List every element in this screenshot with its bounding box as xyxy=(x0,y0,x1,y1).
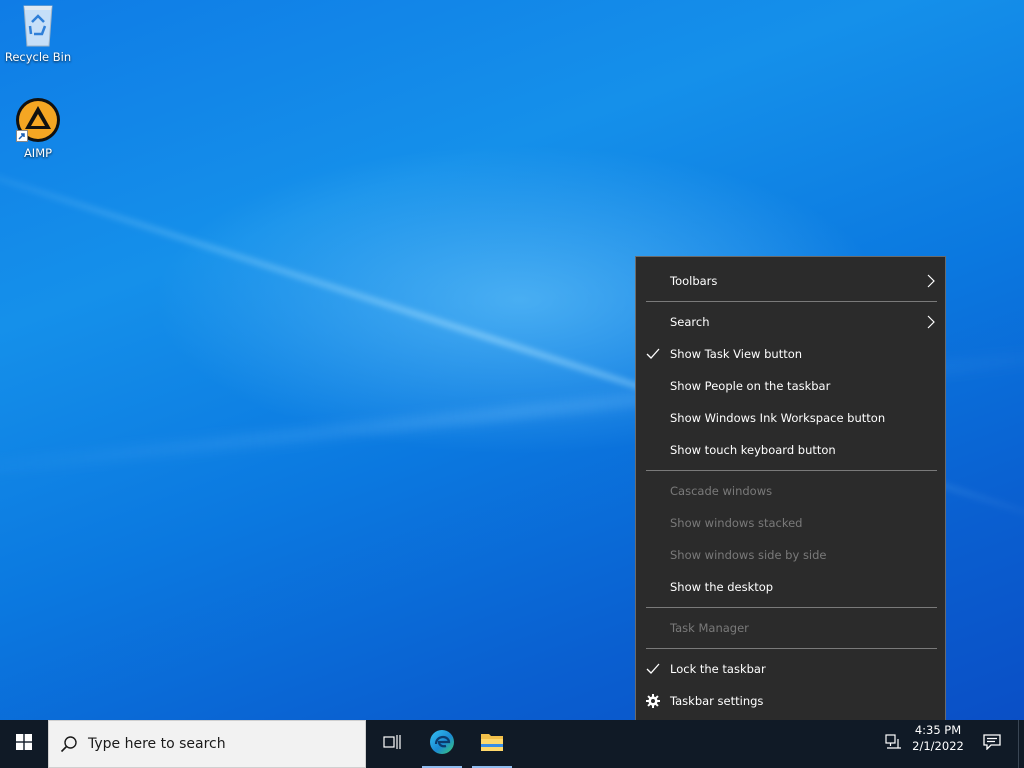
notification-icon xyxy=(983,734,1001,754)
show-desktop-button[interactable] xyxy=(1018,720,1024,768)
menu-item-show-task-view-button[interactable]: Show Task View button xyxy=(636,338,945,370)
file-explorer-icon xyxy=(480,731,504,757)
network-icon xyxy=(885,734,903,754)
clock-date: 2/1/2022 xyxy=(912,739,964,753)
menu-separator xyxy=(646,301,937,302)
menu-separator xyxy=(646,470,937,471)
menu-item-taskbar-settings[interactable]: Taskbar settings xyxy=(636,685,945,717)
menu-item-label: Cascade windows xyxy=(670,484,773,498)
checkmark-icon xyxy=(646,653,660,685)
taskbar-file-explorer-button[interactable] xyxy=(468,720,516,768)
taskbar-edge-button[interactable] xyxy=(418,720,466,768)
chevron-right-icon xyxy=(927,306,935,338)
menu-item-label: Task Manager xyxy=(670,621,749,635)
search-icon xyxy=(60,735,78,757)
menu-item-label: Show touch keyboard button xyxy=(670,443,836,457)
action-center-button[interactable] xyxy=(976,720,1008,768)
menu-item-cascade-windows: Cascade windows xyxy=(636,475,945,507)
menu-item-label: Toolbars xyxy=(670,274,718,288)
menu-separator xyxy=(646,648,937,649)
menu-item-label: Search xyxy=(670,315,710,329)
desktop-icon-label: Recycle Bin xyxy=(4,50,72,64)
chevron-right-icon xyxy=(927,265,935,297)
menu-item-windows-side-by-side: Show windows side by side xyxy=(636,539,945,571)
task-view-button[interactable] xyxy=(368,720,416,768)
menu-item-label: Show the desktop xyxy=(670,580,774,594)
menu-item-toolbars[interactable]: Toolbars xyxy=(636,265,945,297)
search-placeholder: Type here to search xyxy=(88,736,226,752)
desktop-icon-aimp[interactable]: AIMP xyxy=(0,96,76,160)
menu-item-show-desktop[interactable]: Show the desktop xyxy=(636,571,945,603)
menu-item-show-ink-workspace[interactable]: Show Windows Ink Workspace button xyxy=(636,402,945,434)
menu-item-windows-stacked: Show windows stacked xyxy=(636,507,945,539)
gear-icon xyxy=(646,685,660,717)
desktop-icon-label: AIMP xyxy=(23,146,53,160)
menu-item-label: Show windows side by side xyxy=(670,548,827,562)
start-button[interactable] xyxy=(0,720,48,768)
menu-item-label: Lock the taskbar xyxy=(670,662,766,676)
windows-logo-icon xyxy=(16,734,32,754)
menu-item-lock-taskbar[interactable]: Lock the taskbar xyxy=(636,653,945,685)
taskbar-search-box[interactable]: Type here to search xyxy=(48,720,366,768)
network-tray-button[interactable] xyxy=(878,720,910,768)
desktop-icon-recycle-bin[interactable]: Recycle Bin xyxy=(0,0,76,64)
menu-item-task-manager: Task Manager xyxy=(636,612,945,644)
menu-item-search[interactable]: Search xyxy=(636,306,945,338)
menu-separator xyxy=(646,607,937,608)
shortcut-arrow-icon xyxy=(16,130,28,142)
menu-item-label: Show People on the taskbar xyxy=(670,379,831,393)
taskbar-context-menu: Toolbars Search Show Task View button Sh… xyxy=(635,256,946,724)
checkmark-icon xyxy=(646,338,660,370)
taskbar-clock[interactable]: 4:35 PM 2/1/2022 xyxy=(908,722,968,754)
recycle-bin-icon xyxy=(18,0,58,48)
menu-item-show-people[interactable]: Show People on the taskbar xyxy=(636,370,945,402)
taskbar[interactable]: Type here to search 4:35 PM 2/1/2022 xyxy=(0,720,1024,768)
menu-item-label: Taskbar settings xyxy=(670,694,764,708)
menu-item-label: Show Task View button xyxy=(670,347,803,361)
edge-icon xyxy=(429,729,455,759)
clock-time: 4:35 PM xyxy=(914,723,962,737)
task-view-icon xyxy=(383,734,401,754)
menu-item-label: Show Windows Ink Workspace button xyxy=(670,411,886,425)
aimp-icon xyxy=(14,96,62,144)
menu-item-label: Show windows stacked xyxy=(670,516,803,530)
menu-item-show-touch-keyboard[interactable]: Show touch keyboard button xyxy=(636,434,945,466)
